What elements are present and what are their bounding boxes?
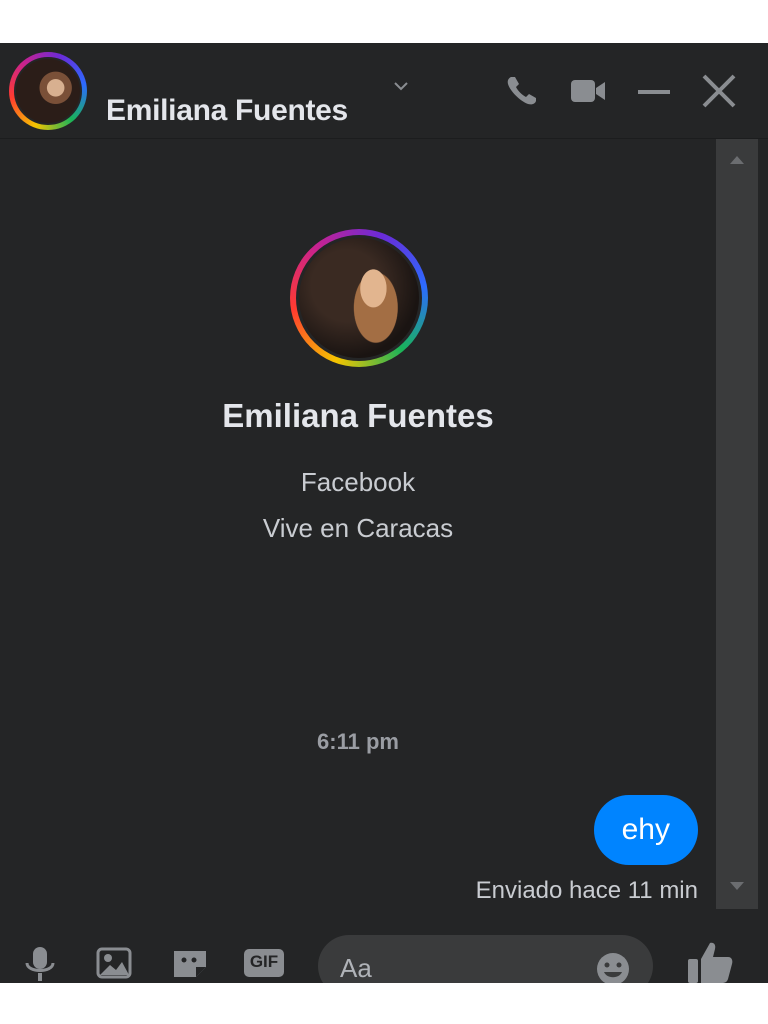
scrollbar[interactable] <box>716 139 758 909</box>
minimize-icon[interactable] <box>634 71 674 111</box>
chat-header: Emiliana Fuentes <box>0 43 768 139</box>
microphone-icon[interactable] <box>18 943 62 983</box>
scroll-down-arrow-icon[interactable] <box>727 879 747 893</box>
gif-icon[interactable]: GIF <box>242 943 286 983</box>
sent-message-bubble[interactable]: ehy <box>593 795 698 865</box>
message-input[interactable]: Aa <box>318 935 653 983</box>
profile-avatar-photo <box>296 235 422 361</box>
gif-label: GIF <box>249 952 279 971</box>
image-icon[interactable] <box>92 943 136 983</box>
composer-bar: GIF Aa <box>0 929 768 983</box>
chevron-down-icon[interactable] <box>390 75 412 97</box>
message-timestamp: 6:11 pm <box>317 729 399 754</box>
phone-icon[interactable] <box>502 71 542 111</box>
video-icon[interactable] <box>568 71 608 111</box>
message-area: Emiliana Fuentes Facebook Vive en Caraca… <box>0 139 716 909</box>
scroll-up-arrow-icon[interactable] <box>727 153 747 167</box>
chat-window: Emiliana Fuentes Emiliana Fuentes Facebo… <box>0 43 768 983</box>
emoji-icon[interactable] <box>593 949 633 983</box>
message-input-placeholder: Aa <box>340 953 372 983</box>
profile-location: Vive en Caracas <box>262 513 454 543</box>
close-icon[interactable] <box>699 71 739 111</box>
message-status: Enviado hace 11 min <box>475 877 698 904</box>
header-contact-name[interactable]: Emiliana Fuentes <box>106 94 348 128</box>
sticker-icon[interactable] <box>168 943 212 983</box>
profile-name: Emiliana Fuentes <box>222 397 494 434</box>
header-avatar[interactable] <box>9 52 87 130</box>
profile-platform: Facebook <box>300 467 416 497</box>
profile-avatar[interactable] <box>290 229 428 367</box>
thumbs-up-icon[interactable] <box>684 939 736 983</box>
header-avatar-photo <box>14 57 82 125</box>
